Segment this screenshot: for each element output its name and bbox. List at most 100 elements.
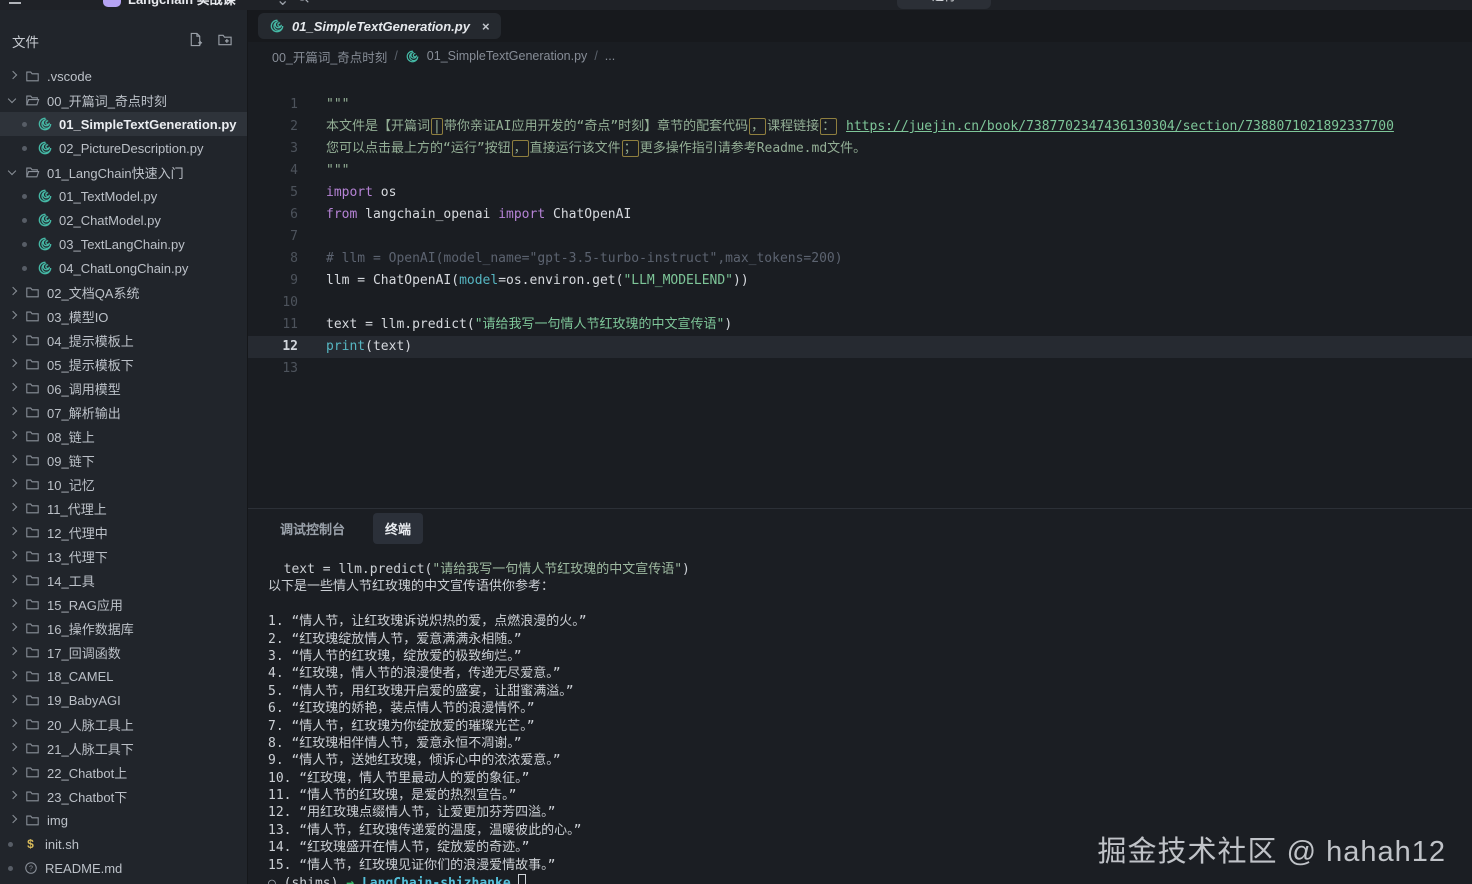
terminal-text: 8. “红玫瑰相伴情人节，爱意永恒不凋谢。”: [268, 736, 522, 751]
tree-item-label: 07_解析输出: [47, 403, 121, 422]
terminal-text: 2. “红玫瑰绽放情人节，爱意满满永相随。”: [268, 632, 522, 647]
tree-folder-item[interactable]: 10_记忆: [0, 472, 247, 496]
code-line-content: text = llm.predict("请给我写一句情人节红玫瑰的中文宣传语"): [298, 314, 732, 336]
run-button[interactable]: 运行: [897, 0, 991, 9]
code-line[interactable]: 6from langchain_openai import ChatOpenAI: [248, 204, 1472, 226]
tree-folder-item[interactable]: 16_操作数据库: [0, 616, 247, 640]
terminal-text: ): [682, 562, 690, 577]
code-line-content: import os: [298, 182, 396, 204]
terminal-tab[interactable]: 终端: [373, 513, 423, 544]
code-line[interactable]: 1""": [248, 94, 1472, 116]
tree-folder-item[interactable]: 07_解析输出: [0, 400, 247, 424]
tree-folder-item[interactable]: 21_人脉工具下: [0, 736, 247, 760]
menu-icon[interactable]: [7, 0, 23, 10]
breadcrumb-file[interactable]: 01_SimpleTextGeneration.py: [427, 49, 588, 63]
tree-file-item[interactable]: 04_ChatLongChain.py: [0, 256, 247, 280]
readme-file-icon: ?: [23, 861, 38, 876]
tree-folder-item[interactable]: 09_链下: [0, 448, 247, 472]
folder-icon: [25, 69, 40, 84]
code-line[interactable]: 9llm = ChatOpenAI(model=os.environ.get("…: [248, 270, 1472, 292]
code-line[interactable]: 13: [248, 358, 1472, 380]
terminal-line: text = llm.predict("请给我写一句情人节红玫瑰的中文宣传语"): [268, 561, 1472, 578]
tree-file-item[interactable]: 01_TextModel.py: [0, 184, 247, 208]
lang-file-icon: [37, 117, 52, 132]
tree-folder-item[interactable]: 12_代理中: [0, 520, 247, 544]
tree-file-item[interactable]: 02_ChatModel.py: [0, 208, 247, 232]
tree-folder-item[interactable]: 23_Chatbot下: [0, 784, 247, 808]
code-line-content: from langchain_openai import ChatOpenAI: [298, 204, 631, 226]
tree-folder-item[interactable]: 18_CAMEL: [0, 664, 247, 688]
search-icon[interactable]: [296, 0, 310, 9]
terminal-output[interactable]: text = llm.predict("请给我写一句情人节红玫瑰的中文宣传语")…: [248, 547, 1472, 884]
breadcrumb-more[interactable]: ...: [605, 49, 615, 63]
tree-folder-item[interactable]: 14_工具: [0, 568, 247, 592]
breadcrumb-folder[interactable]: 00_开篇词_奇点时刻: [272, 47, 387, 66]
chevron-icon: [8, 743, 18, 753]
line-number: 1: [248, 94, 298, 116]
tree-file-item[interactable]: 01_SimpleTextGeneration.py: [0, 112, 247, 136]
chevron-icon: [8, 719, 18, 729]
tree-folder-item[interactable]: img: [0, 808, 247, 832]
tree-file-item[interactable]: 02_PictureDescription.py: [0, 136, 247, 160]
terminal-text: →: [346, 876, 362, 884]
code-token: ：: [820, 118, 837, 135]
code-line[interactable]: 8# llm = OpenAI(model_name="gpt-3.5-turb…: [248, 248, 1472, 270]
tree-folder-item[interactable]: 15_RAG应用: [0, 592, 247, 616]
code-token: text = llm.predict(: [326, 317, 475, 332]
terminal-text: 以下是一些情人节红玫瑰的中文宣传语供你参考：: [268, 579, 554, 594]
terminal-line: 以下是一些情人节红玫瑰的中文宣传语供你参考：: [268, 578, 1472, 595]
code-line[interactable]: 12print(text): [248, 336, 1472, 358]
code-line[interactable]: 11text = llm.predict("请给我写一句情人节红玫瑰的中文宣传语…: [248, 314, 1472, 336]
chevron-icon: [8, 671, 18, 681]
tree-folder-item[interactable]: 06_调用模型: [0, 376, 247, 400]
tree-folder-item[interactable]: 17_回调函数: [0, 640, 247, 664]
tree-folder-item[interactable]: 13_代理下: [0, 544, 247, 568]
close-icon[interactable]: ×: [482, 19, 490, 34]
tree-file-item[interactable]: ?README.md: [0, 856, 247, 880]
terminal-text: 15. “情人节，红玫瑰见证你们的浪漫爱情故事。”: [268, 858, 555, 873]
chevron-icon: [8, 431, 18, 441]
folder-icon: [25, 597, 40, 612]
code-token: model: [459, 273, 498, 288]
tree-folder-item[interactable]: 03_模型IO: [0, 304, 247, 328]
tree-folder-item[interactable]: 11_代理上: [0, 496, 247, 520]
tree-file-item[interactable]: 03_TextLangChain.py: [0, 232, 247, 256]
file-status-dot: [22, 218, 27, 223]
lang-file-icon: [37, 261, 52, 276]
course-link[interactable]: https://juejin.cn/book/73877023474361303…: [846, 119, 1394, 134]
tab-simple-text-generation[interactable]: 01_SimpleTextGeneration.py ×: [258, 13, 501, 39]
new-folder-icon[interactable]: [217, 32, 233, 50]
code-line[interactable]: 10: [248, 292, 1472, 314]
chevron-icon: [8, 455, 18, 465]
lang-file-icon: [37, 213, 52, 228]
tree-file-item[interactable]: ≡requirements.txt: [0, 880, 247, 884]
code-token: )): [733, 273, 749, 288]
code-line[interactable]: 2本文件是【开篇词|带你亲证AI应用开发的“奇点”时刻】章节的配套代码，课程链接…: [248, 116, 1472, 138]
code-line[interactable]: 4""": [248, 160, 1472, 182]
tab-label: 01_SimpleTextGeneration.py: [292, 19, 470, 34]
code-line[interactable]: 3您可以点击最上方的“运行”按钮，直接运行该文件；更多操作指引请参考Readme…: [248, 138, 1472, 160]
folder-icon: [25, 717, 40, 732]
new-file-icon[interactable]: [188, 32, 203, 50]
terminal-line: [268, 596, 1472, 613]
tree-folder-item[interactable]: 04_提示模板上: [0, 328, 247, 352]
tree-item-label: 22_Chatbot上: [47, 763, 127, 782]
terminal-text: ○: [268, 876, 284, 884]
tree-file-item[interactable]: $init.sh: [0, 832, 247, 856]
tree-item-label: 10_记忆: [47, 475, 95, 494]
tree-folder-item[interactable]: 01_LangChain快速入门: [0, 160, 247, 184]
tree-folder-item[interactable]: 08_链上: [0, 424, 247, 448]
code-line[interactable]: 7: [248, 226, 1472, 248]
tree-folder-item[interactable]: 19_BabyAGI: [0, 688, 247, 712]
chevron-down-icon[interactable]: ⌄: [276, 0, 289, 10]
tree-folder-item[interactable]: .vscode: [0, 64, 247, 88]
tree-folder-item[interactable]: 20_人脉工具上: [0, 712, 247, 736]
tree-folder-item[interactable]: 05_提示模板下: [0, 352, 247, 376]
tree-folder-item[interactable]: 22_Chatbot上: [0, 760, 247, 784]
debug-console-tab[interactable]: 调试控制台: [268, 513, 357, 544]
tree-folder-item[interactable]: 00_开篇词_奇点时刻: [0, 88, 247, 112]
tree-folder-item[interactable]: 02_文档QA系统: [0, 280, 247, 304]
terminal-text: 11. “情人节的红玫瑰，是爱的热烈宣告。”: [268, 788, 516, 803]
code-area[interactable]: 1"""2本文件是【开篇词|带你亲证AI应用开发的“奇点”时刻】章节的配套代码，…: [248, 70, 1472, 508]
code-line[interactable]: 5import os: [248, 182, 1472, 204]
